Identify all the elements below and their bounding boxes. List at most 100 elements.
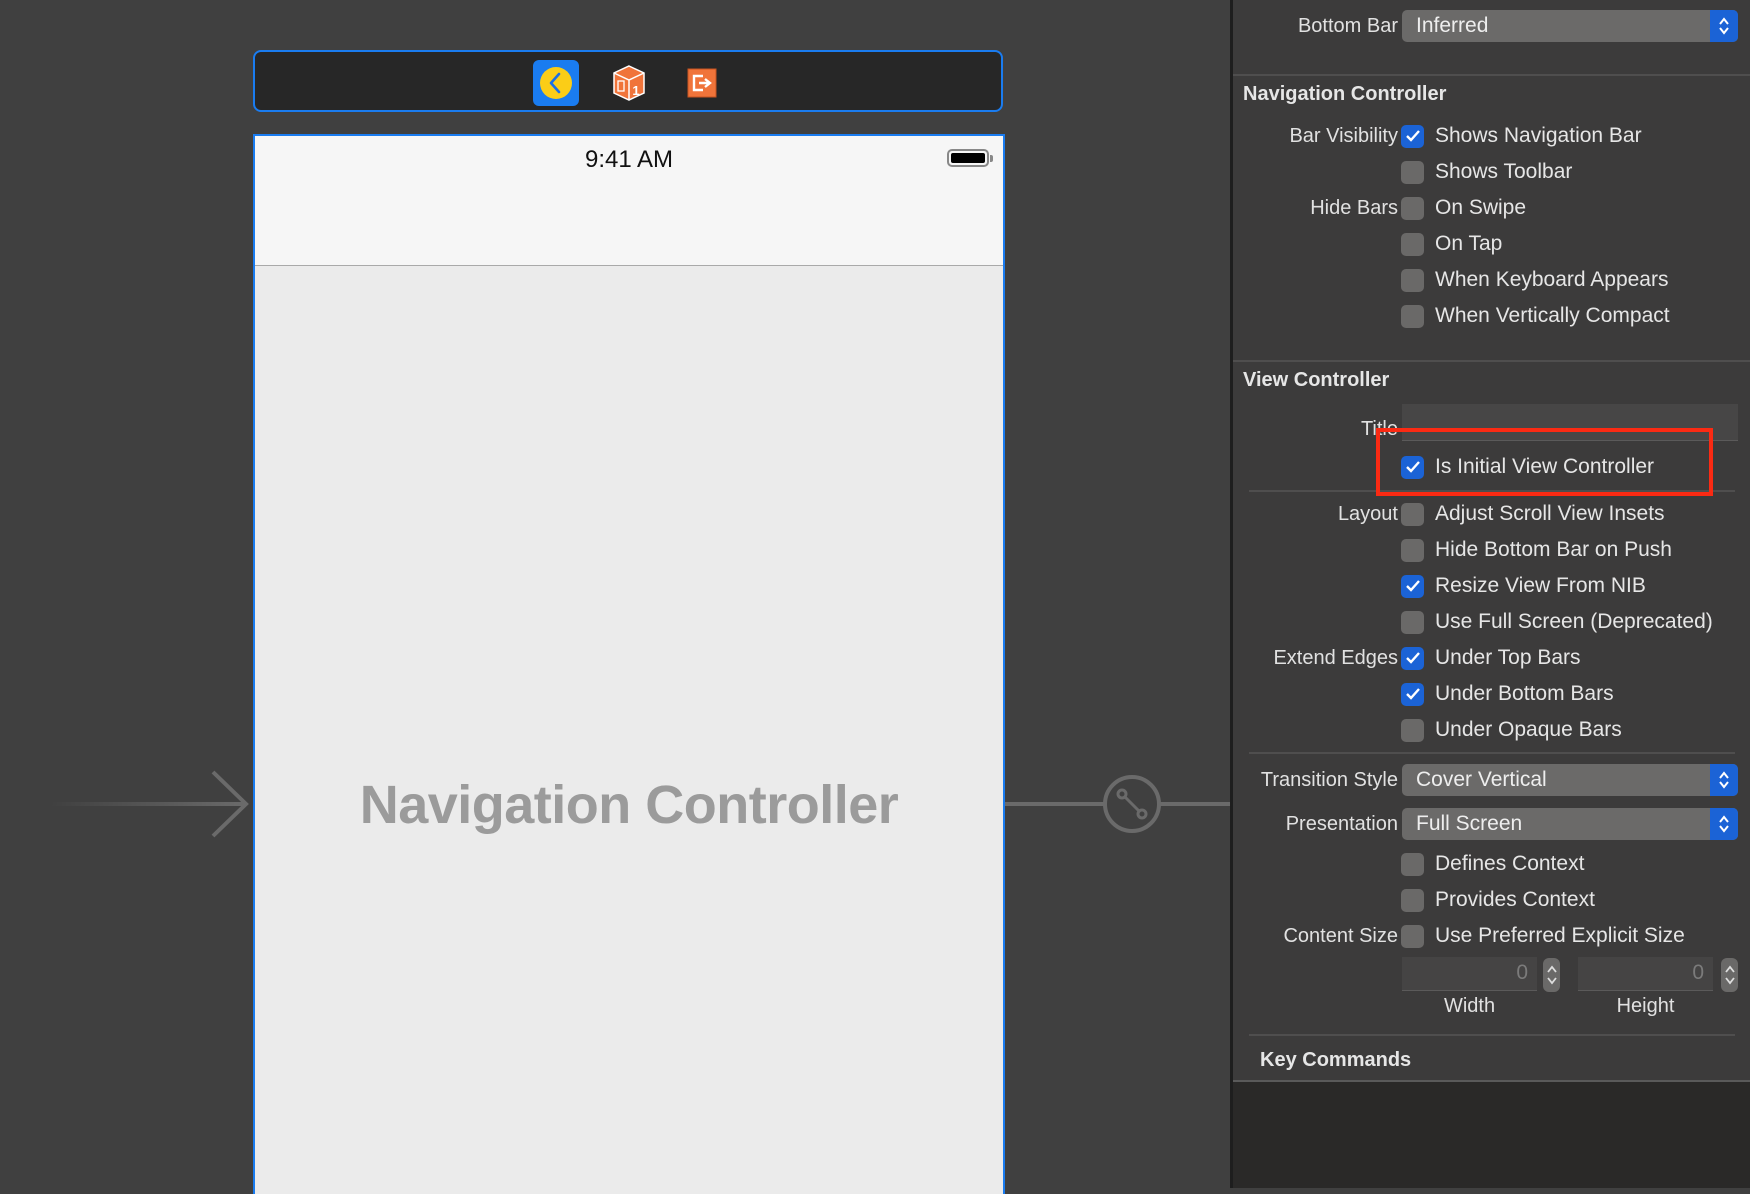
shows-toolbar-row: Shows Toolbar [1233, 155, 1750, 189]
resize-view-from-nib-row: Resize View From NIB [1233, 569, 1750, 603]
presentation-row: Presentation Full Screen [1233, 807, 1750, 841]
section-divider [1233, 360, 1750, 362]
defines-context-row: Defines Context [1233, 847, 1750, 881]
bottom-bar-popup[interactable]: Inferred [1402, 10, 1738, 42]
defines-context-checkbox[interactable] [1401, 852, 1424, 876]
resize-view-from-nib-text: Resize View From NIB [1435, 574, 1646, 597]
layout-label: Layout [1337, 502, 1398, 525]
provides-context-row: Provides Context [1233, 883, 1750, 917]
height-label: Height [1616, 995, 1675, 1017]
popup-chevrons-icon [1710, 764, 1738, 796]
shows-toolbar-text: Shows Toolbar [1435, 160, 1573, 183]
provides-context-checkbox[interactable] [1401, 888, 1424, 912]
scene-dock: 1 [253, 50, 1003, 112]
under-top-bars-checkbox[interactable] [1401, 646, 1424, 670]
scene-title: Navigation Controller [359, 775, 899, 835]
navigation-controller-heading: Navigation Controller [1243, 83, 1447, 105]
bottom-bar-value: Inferred [1416, 14, 1489, 37]
under-top-bars-row: Extend Edges Under Top Bars [1233, 641, 1750, 675]
shows-navigation-bar-text: Shows Navigation Bar [1435, 124, 1642, 147]
battery-icon [947, 149, 993, 167]
height-stepper[interactable] [1721, 958, 1738, 992]
hide-bottom-bar-row: Hide Bottom Bar on Push [1233, 533, 1750, 567]
annotation-highlight-box [1376, 428, 1713, 496]
navigation-controller-scene[interactable]: 9:41 AM Navigation Controller [253, 134, 1005, 1194]
divider [1249, 752, 1735, 754]
section-divider [1233, 74, 1750, 76]
width-stepper[interactable] [1543, 958, 1560, 992]
adjust-scroll-view-insets-checkbox[interactable] [1401, 502, 1424, 526]
under-opaque-bars-row: Under Opaque Bars [1233, 713, 1750, 747]
checkmark-icon [1405, 688, 1420, 700]
on-swipe-text: On Swipe [1435, 196, 1527, 219]
segue-icon [1103, 775, 1161, 833]
content-size-label: Content Size [1283, 924, 1398, 947]
use-full-screen-checkbox[interactable] [1401, 610, 1424, 634]
bottom-bar-label: Bottom Bar [1297, 14, 1398, 37]
exit-dock-button[interactable] [679, 60, 725, 106]
transition-style-label: Transition Style [1260, 768, 1398, 791]
checkmark-icon [1405, 652, 1420, 664]
popup-chevrons-icon [1710, 808, 1738, 840]
on-tap-text: On Tap [1435, 232, 1503, 255]
when-keyboard-appears-checkbox[interactable] [1401, 268, 1424, 292]
presentation-label: Presentation [1285, 812, 1398, 835]
shows-toolbar-checkbox[interactable] [1401, 160, 1424, 184]
under-opaque-bars-checkbox[interactable] [1401, 718, 1424, 742]
under-opaque-bars-text: Under Opaque Bars [1435, 718, 1622, 741]
hide-bottom-bar-text: Hide Bottom Bar on Push [1435, 538, 1672, 561]
shows-navigation-bar-checkbox[interactable] [1401, 124, 1424, 148]
use-preferred-explicit-size-text: Use Preferred Explicit Size [1435, 924, 1685, 947]
resize-view-from-nib-checkbox[interactable] [1401, 574, 1424, 598]
svg-text:1: 1 [632, 83, 639, 98]
under-bottom-bars-row: Under Bottom Bars [1233, 677, 1750, 711]
divider [1249, 1034, 1735, 1036]
height-field[interactable]: 0 [1578, 957, 1713, 991]
presentation-value: Full Screen [1416, 812, 1523, 835]
under-bottom-bars-checkbox[interactable] [1401, 682, 1424, 706]
use-preferred-explicit-size-checkbox[interactable] [1401, 924, 1424, 948]
hide-bottom-bar-checkbox[interactable] [1401, 538, 1424, 562]
when-keyboard-appears-text: When Keyboard Appears [1435, 268, 1669, 291]
segue-connection[interactable] [1005, 770, 1230, 840]
shows-navigation-bar-row: Bar Visibility Shows Navigation Bar [1233, 119, 1750, 153]
adjust-scroll-view-insets-text: Adjust Scroll View Insets [1435, 502, 1665, 525]
provides-context-text: Provides Context [1435, 888, 1595, 911]
use-full-screen-text: Use Full Screen (Deprecated) [1435, 610, 1713, 633]
presentation-popup[interactable]: Full Screen [1402, 808, 1738, 840]
attributes-inspector: Bottom Bar Inferred Navigation Controlle… [1230, 0, 1750, 1188]
under-top-bars-text: Under Top Bars [1435, 646, 1581, 669]
view-controller-heading: View Controller [1243, 369, 1390, 391]
when-keyboard-appears-row: When Keyboard Appears [1233, 263, 1750, 297]
exit-icon [687, 68, 717, 98]
first-responder-dock-button[interactable]: 1 [606, 60, 652, 106]
on-swipe-checkbox[interactable] [1401, 196, 1424, 220]
hide-bars-label: Hide Bars [1310, 196, 1398, 219]
width-field[interactable]: 0 [1402, 957, 1537, 991]
on-swipe-row: Hide Bars On Swipe [1233, 191, 1750, 225]
view-controller-dock-button[interactable] [533, 60, 579, 106]
content-size-row: Content Size Use Preferred Explicit Size [1233, 919, 1750, 953]
transition-style-row: Transition Style Cover Vertical [1233, 763, 1750, 797]
bar-visibility-label: Bar Visibility [1289, 124, 1398, 147]
popup-chevrons-icon [1710, 10, 1738, 42]
view-controller-icon [540, 67, 572, 99]
status-bar-time: 9:41 AM [584, 146, 674, 173]
when-vertically-compact-row: When Vertically Compact [1233, 299, 1750, 333]
defines-context-text: Defines Context [1435, 852, 1585, 875]
extend-edges-label: Extend Edges [1273, 646, 1398, 669]
when-vertically-compact-checkbox[interactable] [1401, 304, 1424, 328]
navigation-bar[interactable]: 9:41 AM [255, 136, 1003, 266]
key-commands-heading: Key Commands [1260, 1049, 1412, 1071]
adjust-scroll-view-insets-row: Layout Adjust Scroll View Insets [1233, 497, 1750, 531]
stepper-arrows-icon [1724, 965, 1735, 985]
stepper-arrows-icon [1546, 965, 1557, 985]
width-label: Width [1443, 995, 1496, 1017]
on-tap-checkbox[interactable] [1401, 232, 1424, 256]
transition-style-popup[interactable]: Cover Vertical [1402, 764, 1738, 796]
on-tap-row: On Tap [1233, 227, 1750, 261]
storyboard-canvas[interactable]: 1 9:41 AM Navigation Controller [0, 0, 1230, 1194]
use-full-screen-row: Use Full Screen (Deprecated) [1233, 605, 1750, 639]
initial-scene-arrow-icon [50, 770, 249, 838]
under-bottom-bars-text: Under Bottom Bars [1435, 682, 1614, 705]
